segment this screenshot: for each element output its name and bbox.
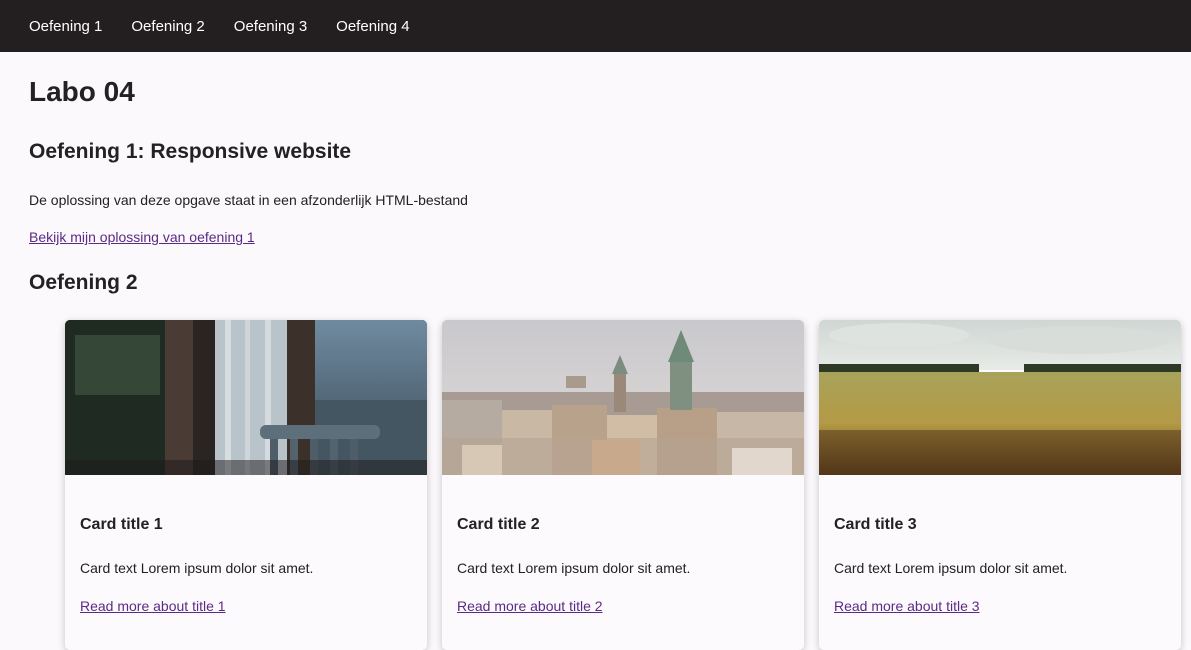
- page-title: Labo 04: [29, 76, 135, 107]
- card-1-text: Card text Lorem ipsum dolor sit amet.: [80, 560, 314, 576]
- card-3-text: Card text Lorem ipsum dolor sit amet.: [834, 560, 1068, 576]
- nav-item-oefening-2[interactable]: Oefening 2: [131, 18, 204, 35]
- card-3-title: Card title 3: [834, 516, 917, 533]
- card-3-read-more-link[interactable]: Read more about title 3: [834, 598, 980, 614]
- card-1-title: Card title 1: [80, 516, 163, 533]
- card-2-image: [442, 320, 804, 475]
- card-1: Card title 1 Card text Lorem ipsum dolor…: [65, 320, 427, 650]
- card-2-text: Card text Lorem ipsum dolor sit amet.: [457, 560, 691, 576]
- solution-link-oefening-1[interactable]: Bekijk mijn oplossing van oefening 1: [29, 229, 255, 245]
- city-skyline-photo: [442, 320, 804, 475]
- card-1-read-more-link[interactable]: Read more about title 1: [80, 598, 226, 614]
- card-2-title: Card title 2: [457, 516, 540, 533]
- section-heading-oefening-2: Oefening 2: [29, 271, 138, 294]
- window-chair-photo: [65, 320, 427, 475]
- card-3: Card title 3 Card text Lorem ipsum dolor…: [819, 320, 1181, 650]
- card-2-read-more-link[interactable]: Read more about title 2: [457, 598, 603, 614]
- section-heading-oefening-1: Oefening 1: Responsive website: [29, 140, 352, 163]
- card-1-image: [65, 320, 427, 475]
- nav-item-oefening-4[interactable]: Oefening 4: [336, 18, 409, 35]
- card-3-image: [819, 320, 1181, 475]
- nav-item-oefening-1[interactable]: Oefening 1: [29, 18, 102, 35]
- card-grid: Card title 1 Card text Lorem ipsum dolor…: [65, 320, 1191, 650]
- card-2: Card title 2 Card text Lorem ipsum dolor…: [442, 320, 804, 650]
- wheat-field-photo: [819, 320, 1181, 475]
- section-1-description: De oplossing van deze opgave staat in ee…: [29, 192, 468, 208]
- top-navbar: Oefening 1 Oefening 2 Oefening 3 Oefenin…: [0, 0, 1191, 52]
- nav-item-oefening-3[interactable]: Oefening 3: [234, 18, 307, 35]
